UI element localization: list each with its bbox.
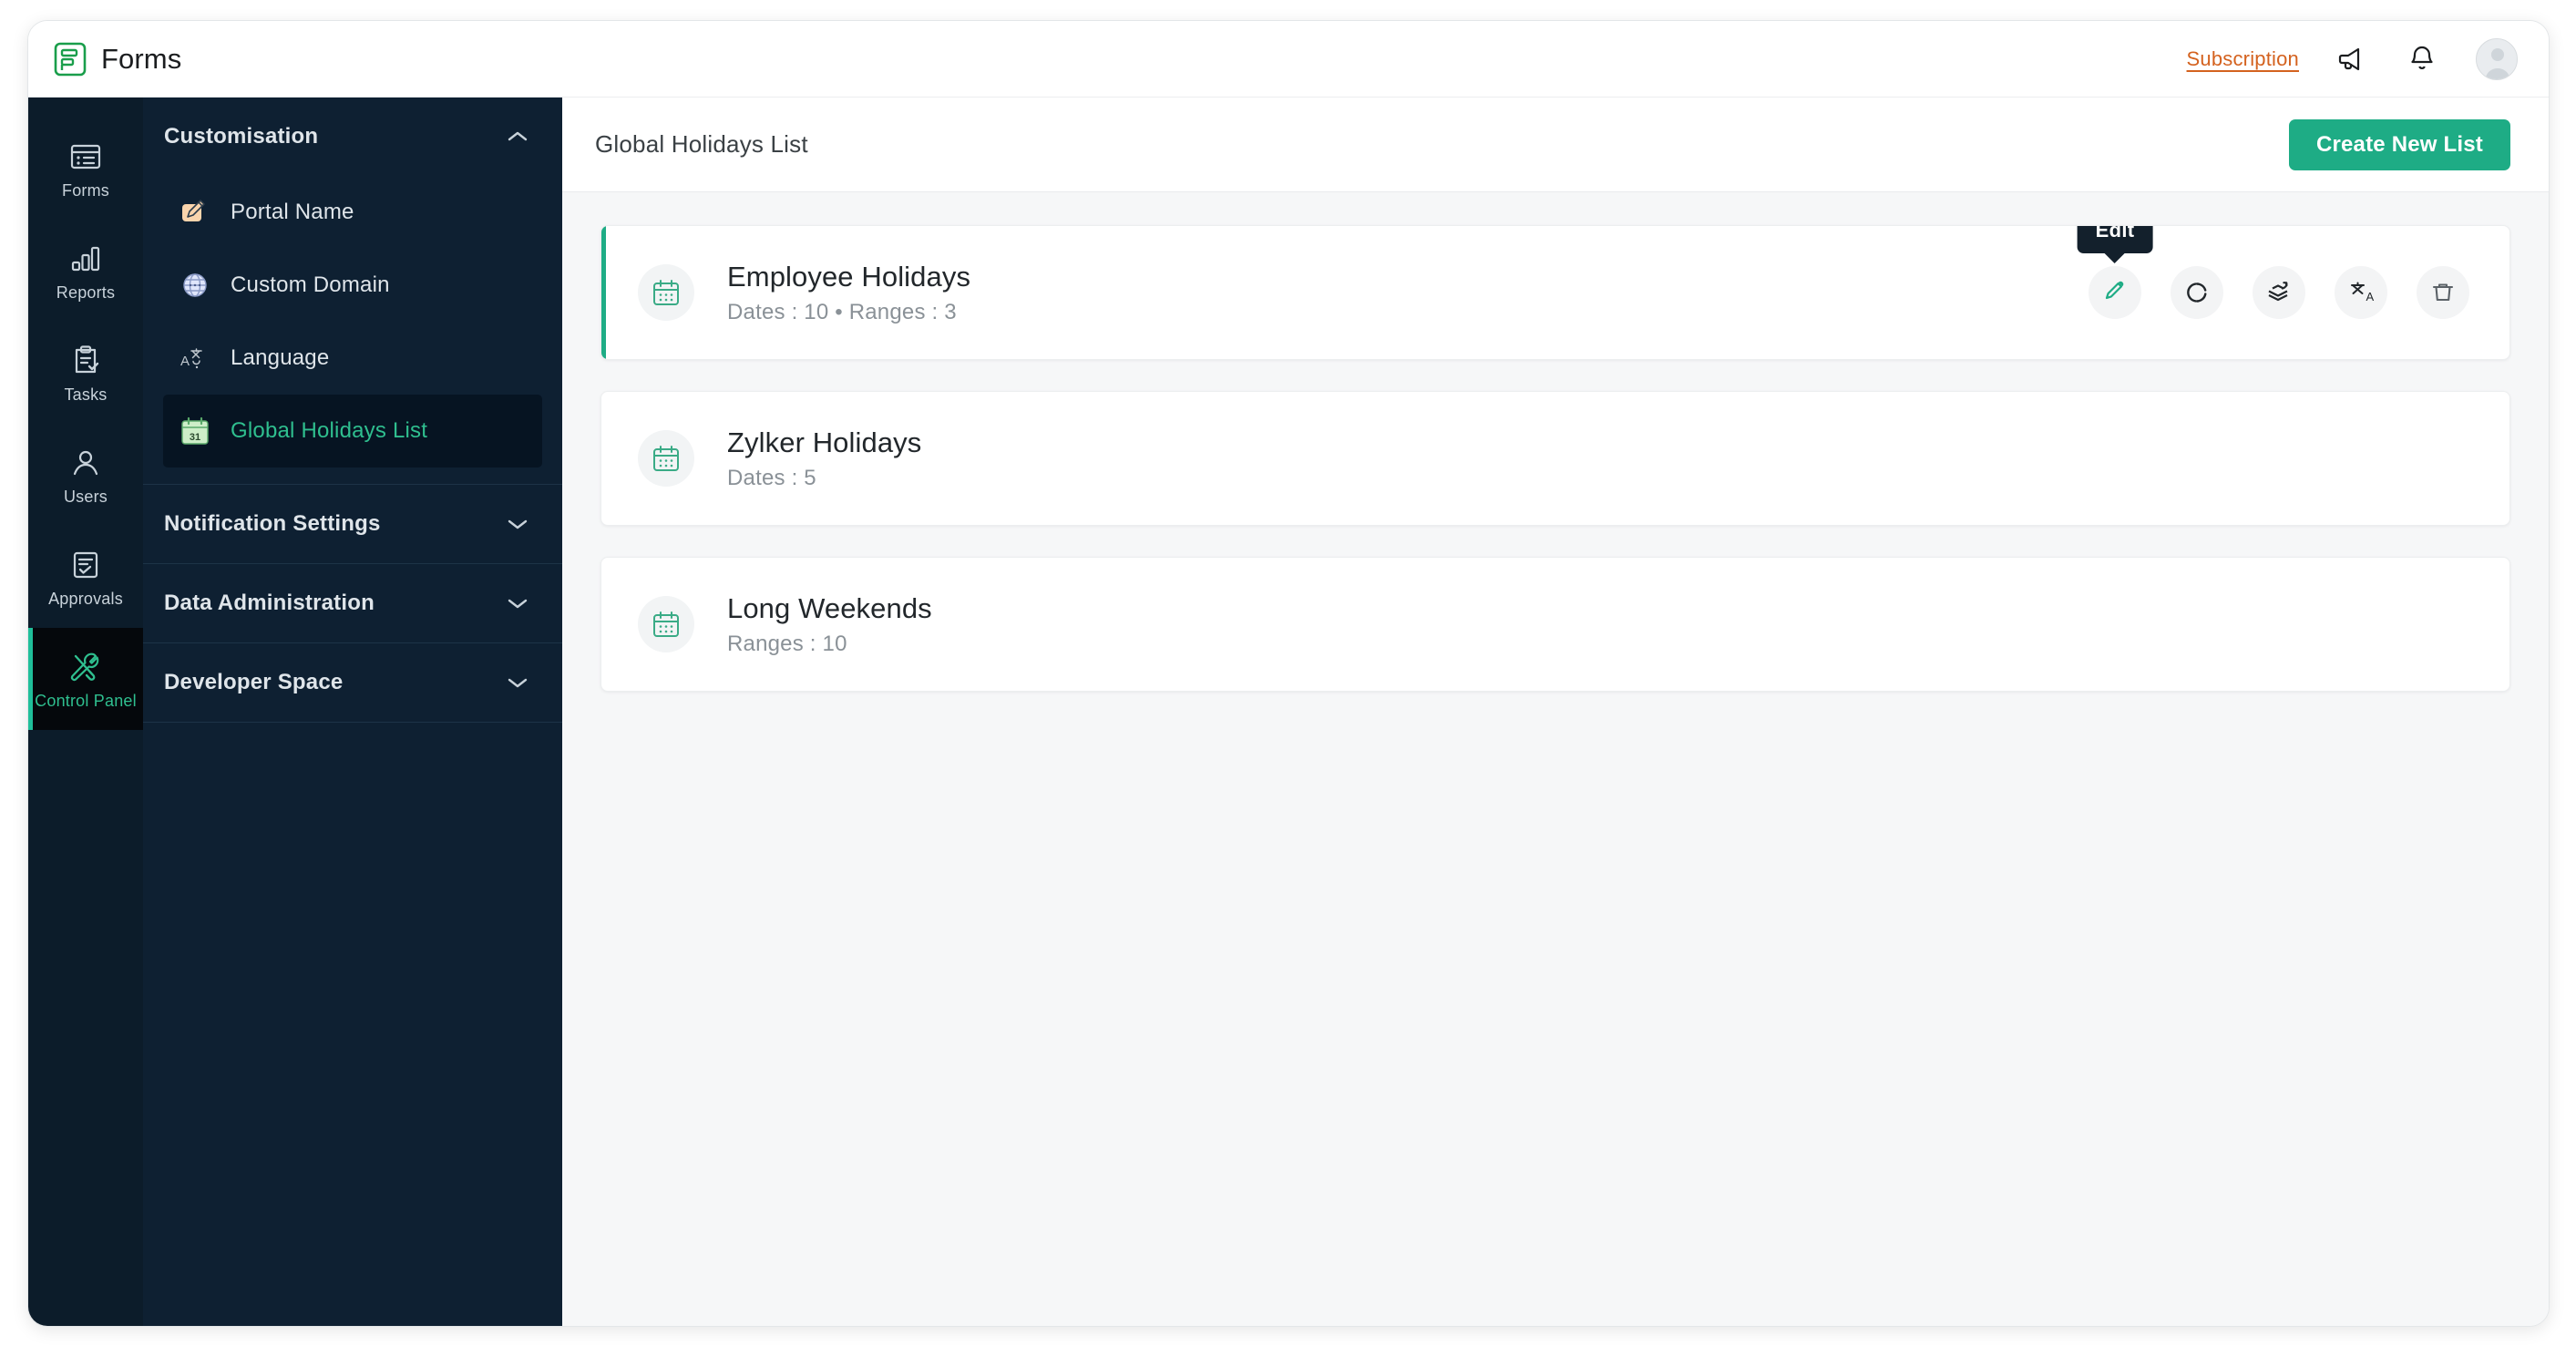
approval-check-icon — [67, 547, 104, 583]
forms-icon — [67, 139, 104, 175]
subnav-section-developer-space[interactable]: Developer Space — [143, 643, 562, 722]
subnav-item-label: Custom Domain — [231, 272, 390, 297]
rail-label: Approvals — [48, 589, 123, 608]
calendar-icon — [638, 596, 694, 652]
subnav-item-label: Portal Name — [231, 200, 354, 224]
main-content: Global Holidays List Create New List Emp… — [562, 98, 2549, 1326]
subnav-section-title: Notification Settings — [164, 511, 381, 536]
subnav-item-portal-name[interactable]: Portal Name — [163, 176, 542, 249]
holiday-list-card[interactable]: Long Weekends Ranges : 10 — [600, 557, 2510, 692]
clipboard-check-icon — [67, 343, 104, 379]
edit-button[interactable]: Edit — [2077, 226, 2153, 319]
chevron-up-icon — [506, 129, 529, 144]
subnav-section-notification-settings[interactable]: Notification Settings — [143, 485, 562, 563]
calendar-icon — [638, 430, 694, 487]
user-icon — [67, 445, 104, 481]
holiday-list-card[interactable]: Zylker Holidays Dates : 5 — [600, 391, 2510, 526]
subscription-link[interactable]: Subscription — [2187, 47, 2299, 71]
rail-item-approvals[interactable]: Approvals — [28, 526, 143, 628]
card-title: Zylker Holidays — [727, 426, 922, 458]
secondary-nav: Customisation Portal Name Custom Domain … — [143, 98, 562, 1326]
rail-item-tasks[interactable]: Tasks — [28, 322, 143, 424]
divider — [143, 722, 562, 723]
app-window: Forms Subscription Forms Reports Tasks U… — [27, 20, 2550, 1327]
recurring-button[interactable] — [2171, 266, 2223, 319]
translate-icon: A — [180, 343, 210, 374]
subnav-section-data-administration[interactable]: Data Administration — [143, 564, 562, 642]
subnav-items-customisation: Portal Name Custom Domain A Language 31 … — [143, 176, 562, 484]
subnav-section-customisation[interactable]: Customisation — [143, 98, 562, 176]
subnav-item-label: Language — [231, 345, 330, 370]
rail-label: Reports — [56, 282, 116, 302]
portal-name-icon — [180, 197, 210, 228]
svg-text:A: A — [180, 354, 190, 369]
subnav-item-global-holidays-list[interactable]: 31 Global Holidays List — [163, 395, 542, 467]
card-meta: Dates : 5 — [727, 465, 816, 490]
bell-icon[interactable] — [2407, 44, 2437, 75]
card-text: Long Weekends Ranges : 10 — [727, 592, 932, 657]
top-bar-actions: Subscription — [2187, 37, 2518, 80]
rail-label: Users — [63, 487, 108, 506]
card-text: Zylker Holidays Dates : 5 — [727, 426, 921, 491]
tools-icon — [67, 649, 104, 685]
megaphone-icon[interactable] — [2337, 44, 2368, 75]
calendar-icon — [638, 264, 694, 321]
holiday-list-card[interactable]: Employee Holidays Dates : 10 • Ranges : … — [600, 225, 2510, 360]
svg-text:A: A — [2366, 290, 2375, 303]
primary-nav-rail: Forms Reports Tasks Users Approvals Cont… — [28, 98, 143, 1326]
app-title: Forms — [101, 42, 182, 75]
rail-label: Tasks — [64, 385, 108, 404]
subnav-section-title: Customisation — [164, 124, 319, 149]
chevron-down-icon — [506, 517, 529, 531]
translate-button[interactable]: A — [2335, 266, 2387, 319]
card-title: Long Weekends — [727, 591, 932, 624]
bar-chart-icon — [67, 241, 104, 277]
svg-text:31: 31 — [190, 432, 200, 443]
page-title: Global Holidays List — [595, 130, 808, 158]
list-container: Employee Holidays Dates : 10 • Ranges : … — [562, 192, 2549, 1326]
subnav-item-language[interactable]: A Language — [163, 322, 542, 395]
app-body: Forms Reports Tasks Users Approvals Cont… — [28, 98, 2549, 1326]
card-actions: Edit A — [2077, 226, 2469, 319]
calendar-31-icon: 31 — [180, 416, 210, 447]
chevron-down-icon — [506, 596, 529, 611]
rail-label: Forms — [62, 180, 109, 200]
subnav-item-label: Global Holidays List — [231, 418, 428, 443]
rail-item-users[interactable]: Users — [28, 424, 143, 526]
rail-item-reports[interactable]: Reports — [28, 220, 143, 322]
rail-item-control-panel[interactable]: Control Panel — [28, 628, 143, 730]
subnav-item-custom-domain[interactable]: Custom Domain — [163, 249, 542, 322]
create-new-list-button[interactable]: Create New List — [2288, 118, 2510, 170]
brand[interactable]: Forms — [54, 42, 181, 77]
card-meta: Dates : 10 • Ranges : 3 — [727, 299, 957, 324]
tooltip-edit: Edit — [2077, 226, 2153, 253]
delete-button[interactable] — [2417, 266, 2469, 319]
card-meta: Ranges : 10 — [727, 631, 847, 656]
main-header: Global Holidays List Create New List — [562, 98, 2549, 192]
card-title: Employee Holidays — [727, 260, 971, 293]
rail-item-forms[interactable]: Forms — [28, 118, 143, 220]
top-bar: Forms Subscription — [28, 21, 2549, 98]
card-text: Employee Holidays Dates : 10 • Ranges : … — [727, 261, 970, 325]
clone-button[interactable] — [2253, 266, 2305, 319]
forms-logo-icon — [54, 42, 87, 77]
globe-icon — [180, 270, 210, 301]
subnav-section-title: Data Administration — [164, 591, 375, 615]
chevron-down-icon — [506, 675, 529, 690]
rail-label: Control Panel — [35, 691, 137, 710]
avatar[interactable] — [2476, 37, 2518, 80]
subnav-section-title: Developer Space — [164, 670, 344, 694]
